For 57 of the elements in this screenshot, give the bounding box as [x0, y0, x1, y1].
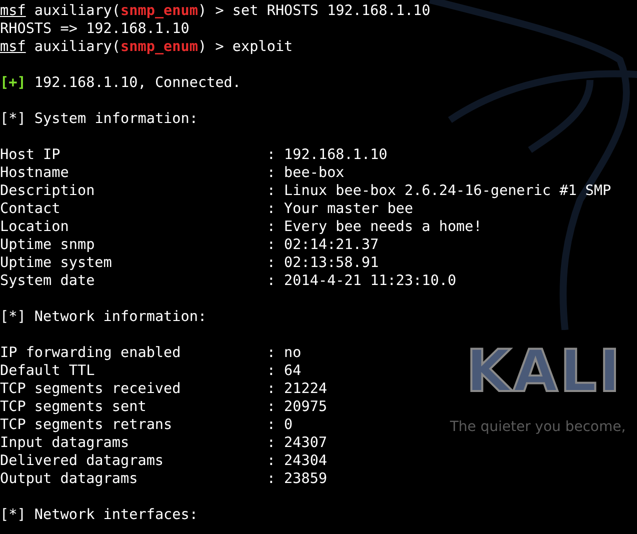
status-line: [*] Network information:: [0, 308, 208, 326]
field-label: Default TTL: [0, 362, 96, 380]
field-label: TCP segments sent: [0, 398, 148, 416]
field-label: Description: [0, 182, 96, 200]
field-separator: :: [266, 236, 276, 254]
field-label: Contact: [0, 200, 62, 218]
field-label: Uptime system: [0, 254, 113, 272]
field-label: Location: [0, 218, 70, 236]
field-separator: :: [266, 164, 276, 182]
field-label: TCP segments retrans: [0, 416, 174, 434]
output-line: RHOSTS => 192.168.1.10: [0, 20, 190, 38]
field-separator: :: [266, 398, 276, 416]
status-line: [*] System information:: [0, 110, 199, 128]
field-separator: :: [266, 452, 276, 470]
kali-logo-text: KALI: [466, 337, 622, 405]
field-separator: :: [266, 380, 276, 398]
field-separator: :: [266, 272, 276, 290]
field-value: 21224: [284, 380, 328, 398]
status-line: [+] 192.168.1.10, Connected.: [0, 74, 242, 92]
field-value: Your master bee: [284, 200, 414, 218]
field-separator: :: [266, 344, 276, 362]
field-value: 2014-4-21 11:23:10.0: [284, 272, 456, 290]
field-value: 20975: [284, 398, 328, 416]
field-label: TCP segments received: [0, 380, 182, 398]
field-value: 0: [284, 416, 293, 434]
field-label: Output datagrams: [0, 470, 139, 488]
field-separator: :: [266, 200, 276, 218]
field-label: System date: [0, 272, 96, 290]
field-separator: :: [266, 254, 276, 272]
field-label: Hostname: [0, 164, 70, 182]
field-value: 23859: [284, 470, 328, 488]
command-line: msf auxiliary(snmp_enum) > exploit: [0, 38, 294, 56]
field-separator: :: [266, 146, 276, 164]
field-value: Linux bee-box 2.6.24-16-generic #1 SMP: [284, 182, 612, 200]
field-separator: :: [266, 470, 276, 488]
field-value: bee-box: [284, 164, 344, 182]
field-value: 24304: [284, 452, 328, 470]
field-separator: :: [266, 218, 276, 236]
field-separator: :: [266, 182, 276, 200]
field-value: 02:13:58.91: [284, 254, 379, 272]
field-value: 02:14:21.37: [284, 236, 379, 254]
field-separator: :: [266, 434, 276, 452]
field-value: 64: [284, 362, 302, 380]
status-line: [*] Network interfaces:: [0, 506, 199, 524]
field-label: Host IP: [0, 146, 62, 164]
field-value: 192.168.1.10: [284, 146, 388, 164]
field-separator: :: [266, 416, 276, 434]
field-value: 24307: [284, 434, 328, 452]
wallpaper-tagline: The quieter you become,: [450, 419, 626, 435]
field-label: Input datagrams: [0, 434, 130, 452]
field-label: Uptime snmp: [0, 236, 96, 254]
field-label: Delivered datagrams: [0, 452, 165, 470]
field-value: no: [284, 344, 302, 362]
field-value: Every bee needs a home!: [284, 218, 482, 236]
command-line: msf auxiliary(snmp_enum) > set RHOSTS 192.168.1.10: [0, 2, 432, 20]
field-separator: :: [266, 362, 276, 380]
field-label: IP forwarding enabled: [0, 344, 182, 362]
